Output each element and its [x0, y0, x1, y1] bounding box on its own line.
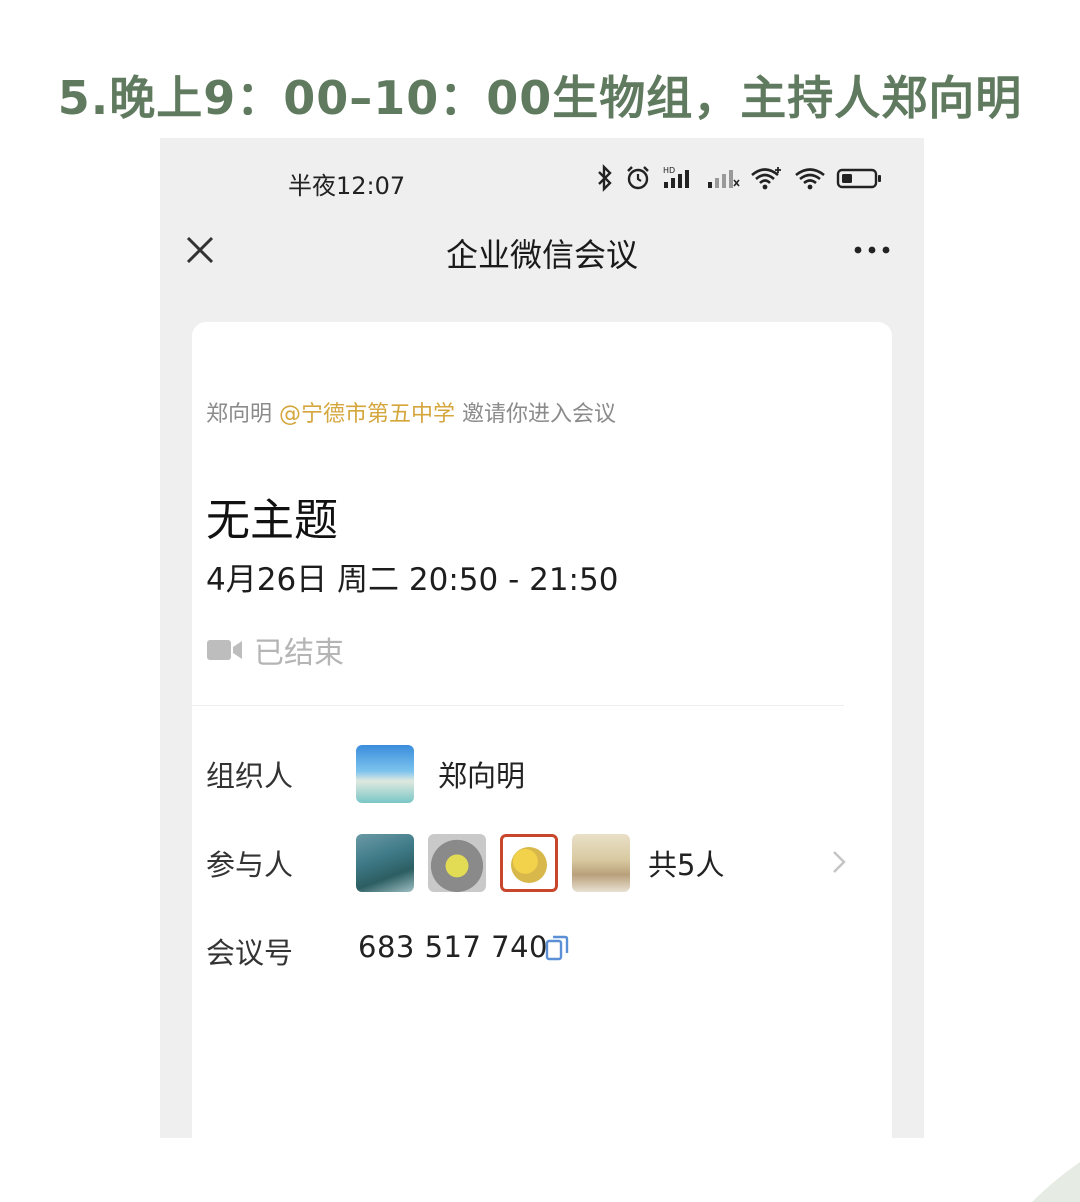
hd-signal-icon: HD	[663, 166, 689, 188]
more-icon[interactable]	[852, 240, 892, 260]
nav-title: 企业微信会议	[445, 236, 638, 274]
participants-count[interactable]: 共5人	[648, 842, 724, 884]
organization-link[interactable]: @宁德市第五中学	[279, 402, 455, 427]
divider	[176, 705, 844, 706]
organizer-label: 组织人	[206, 759, 294, 793]
phone-screenshot: 半夜12:07 HD 企业微信会议 郑向明 @宁德市第五中学 邀请你进入会议 无…	[160, 138, 924, 1138]
participants-label: 参与人	[206, 848, 294, 882]
avatar-image	[511, 847, 547, 883]
inviter-name: 郑向明	[206, 402, 273, 427]
status-time: 半夜12:07	[288, 172, 406, 200]
participant-avatar[interactable]	[356, 834, 414, 892]
video-camera-icon	[207, 640, 242, 660]
caption: 5.晚上9：00–10：00生物组，主持人郑向明	[57, 71, 1023, 125]
meeting-status: 已结束	[206, 628, 344, 672]
meeting-title: 无主题	[206, 495, 338, 546]
organizer-avatar[interactable]	[356, 745, 414, 803]
meeting-card	[192, 322, 892, 1138]
meeting-status-text: 已结束	[254, 636, 344, 671]
decorative-corner	[1032, 1162, 1080, 1202]
participant-avatar[interactable]	[500, 834, 558, 892]
invite-text: 邀请你进入会议	[462, 402, 617, 427]
svg-text:HD: HD	[663, 166, 675, 175]
participant-avatar[interactable]	[428, 834, 486, 892]
organizer-name: 郑向明	[438, 759, 526, 793]
page: 5.晚上9：00–10：00生物组，主持人郑向明 半夜12:07 HD 企业微信…	[0, 0, 1080, 1202]
alarm-icon	[627, 166, 649, 190]
copy-icon[interactable]	[544, 933, 570, 963]
signal-weak-icon	[708, 170, 740, 188]
status-bar: 半夜12:07 HD	[160, 138, 924, 220]
meeting-time: 4月26日 周二 20:50 - 21:50	[206, 562, 619, 598]
chevron-right-icon[interactable]	[830, 848, 848, 876]
battery-icon	[836, 168, 881, 189]
meeting-number-label: 会议号	[206, 936, 294, 970]
participant-avatar[interactable]	[572, 834, 630, 892]
nav-bar: 企业微信会议	[160, 220, 924, 284]
bluetooth-icon	[598, 164, 612, 192]
wifi-icon	[795, 168, 825, 190]
invite-line: 郑向明 @宁德市第五中学 邀请你进入会议	[206, 396, 616, 428]
meeting-number: 683 517 740	[358, 930, 548, 964]
wifi-plus-icon	[751, 167, 781, 190]
status-icons: HD	[586, 164, 884, 192]
